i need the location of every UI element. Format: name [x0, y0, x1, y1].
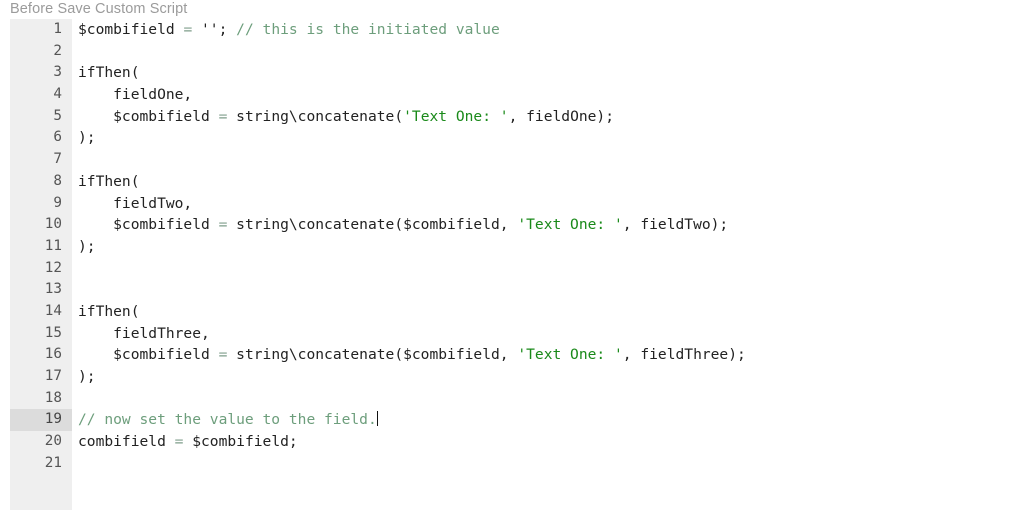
code-line[interactable]: 9 fieldTwo, — [10, 193, 1024, 215]
token-string: 'Text One: ' — [517, 216, 623, 234]
token-plain: $combifield — [78, 346, 219, 364]
token-plain: $combifield — [78, 107, 219, 125]
token-plain: ''; — [192, 21, 237, 38]
token-plain: string\concatenate($combifield, — [227, 216, 518, 234]
text-cursor — [376, 411, 379, 427]
page-title: Before Save Custom Script — [10, 1, 188, 17]
line-number: 3 — [53, 64, 62, 81]
token-plain: $combifield; — [183, 433, 298, 451]
token-plain: ); — [78, 368, 96, 385]
token-op: = — [183, 21, 193, 38]
line-number: 19 — [10, 409, 72, 432]
code-line-text: ifThen( — [78, 62, 140, 84]
token-plain: $combifield — [78, 21, 184, 38]
token-plain: $combifield — [78, 216, 219, 234]
code-line-text: ); — [78, 127, 96, 149]
code-line-text: fieldTwo, — [78, 193, 192, 215]
code-line[interactable]: 6); — [10, 127, 1024, 149]
token-plain: fieldOne, — [78, 86, 193, 104]
token-plain: ifThen( — [78, 64, 140, 82]
code-line[interactable]: 8 ifThen( — [10, 171, 1024, 193]
code-line[interactable]: 15 fieldThree, — [10, 323, 1024, 345]
token-string: 'Text One: ' — [517, 346, 623, 364]
code-line-text: ); — [78, 366, 96, 388]
code-line[interactable]: 11); — [10, 236, 1024, 258]
code-line-text: ); — [78, 236, 96, 258]
code-line[interactable]: 14 ifThen( — [10, 301, 1024, 323]
line-number: 20 — [44, 433, 62, 450]
line-number: 4 — [53, 86, 62, 103]
token-plain: combifield — [78, 433, 175, 451]
line-number: 2 — [53, 42, 62, 59]
token-plain: ); — [78, 129, 96, 147]
code-line[interactable]: 16 $combifield = string\concatenate($com… — [10, 344, 1024, 366]
line-number: 9 — [53, 194, 62, 211]
code-line-text: ifThen( — [78, 171, 140, 193]
line-number: 18 — [44, 389, 62, 406]
line-number: 13 — [44, 281, 62, 298]
code-line[interactable]: 19 // now set the value to the field. — [10, 409, 1024, 432]
code-line-text: $combifield = string\concatenate($combif… — [78, 214, 728, 236]
code-line-text: combifield = $combifield; — [78, 431, 298, 453]
token-plain: , fieldTwo); — [622, 216, 729, 234]
token-string: 'Text One: ' — [403, 107, 509, 125]
code-line-text: $combifield = string\concatenate('Text O… — [78, 106, 614, 128]
line-number: 21 — [44, 454, 62, 471]
code-line[interactable]: 21 — [10, 453, 1024, 475]
code-line-text: $combifield = ''; // this is the initiat… — [78, 19, 500, 41]
line-number: 14 — [44, 302, 62, 319]
code-line[interactable]: 3 ifThen( — [10, 62, 1024, 84]
line-number: 6 — [53, 129, 62, 146]
line-number: 11 — [44, 237, 62, 254]
code-line[interactable]: 7 — [10, 149, 1024, 171]
code-line-text: ifThen( — [78, 301, 140, 323]
line-number: 1 — [53, 21, 62, 37]
token-plain: , fieldThree); — [622, 346, 746, 364]
custom-script-editor-panel: Before Save Custom Script 1 $combifield =… — [0, 0, 1024, 510]
code-line[interactable]: 4 fieldOne, — [10, 84, 1024, 106]
code-line[interactable]: 2 — [10, 41, 1024, 63]
code-line-text: $combifield = string\concatenate($combif… — [78, 344, 746, 366]
code-line[interactable]: 18 — [10, 388, 1024, 410]
token-plain: , fieldOne); — [508, 107, 614, 125]
token-plain: ifThen( — [78, 172, 140, 190]
code-line-text: // now set the value to the field. — [78, 409, 379, 431]
line-number: 16 — [44, 346, 62, 363]
code-line[interactable]: 10 $combifield = string\concatenate($com… — [10, 214, 1024, 236]
code-line[interactable]: 13 — [10, 279, 1024, 301]
code-line[interactable]: 12 — [10, 258, 1024, 280]
token-plain: fieldTwo, — [78, 194, 193, 212]
token-plain: ifThen( — [78, 302, 140, 320]
token-comment: // this is the initiated value — [236, 21, 500, 38]
line-number: 17 — [44, 368, 62, 384]
code-content[interactable]: 1 $combifield = ''; // this is the initia… — [10, 19, 1024, 474]
line-number: 8 — [53, 172, 62, 189]
token-plain: fieldThree, — [78, 324, 210, 342]
line-number: 10 — [44, 216, 62, 233]
code-line[interactable]: 5 $combifield = string\concatenate('Text… — [10, 106, 1024, 128]
code-line[interactable]: 17); — [10, 366, 1024, 388]
token-plain: string\concatenate( — [227, 107, 404, 125]
code-line-text: fieldThree, — [78, 323, 210, 345]
line-number: 7 — [53, 151, 62, 168]
code-editor[interactable]: 1 $combifield = ''; // this is the initia… — [10, 19, 1024, 510]
code-line-text: fieldOne, — [78, 84, 192, 106]
code-line[interactable]: 20 combifield = $combifield; — [10, 431, 1024, 453]
token-plain: string\concatenate($combifield, — [227, 346, 518, 364]
token-comment: // now set the value to the field. — [78, 411, 377, 429]
line-number: 15 — [44, 324, 62, 341]
token-plain: ); — [78, 237, 96, 255]
code-line[interactable]: 1 $combifield = ''; // this is the initia… — [10, 19, 1024, 41]
line-number: 12 — [44, 259, 62, 276]
line-number: 5 — [53, 107, 62, 124]
